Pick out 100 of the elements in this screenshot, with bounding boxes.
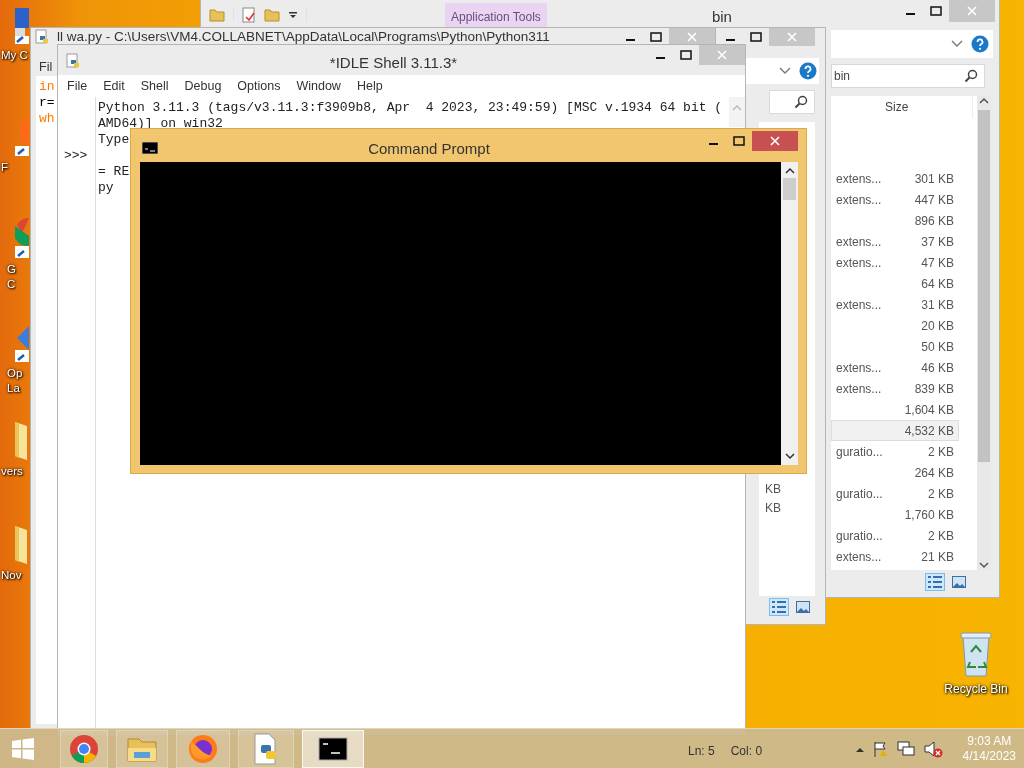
file-row[interactable]: 896 KB [831, 210, 959, 231]
file-row[interactable]: extens... 37 KB [831, 231, 959, 252]
code-line: r= [39, 95, 55, 111]
file-row[interactable]: 4,532 KB [831, 420, 959, 441]
view-button[interactable] [949, 573, 969, 591]
thumbnail-view-icon [952, 576, 966, 588]
search-icon[interactable] [964, 69, 978, 83]
file-row[interactable]: extens... 301 KB [831, 168, 959, 189]
file-row[interactable]: extens... 31 KB [831, 294, 959, 315]
file-row[interactable]: 64 KB [831, 273, 959, 294]
size-cell-text: 64 KB [921, 275, 954, 293]
help-icon[interactable] [971, 35, 989, 53]
scroll-up-icon[interactable] [784, 166, 795, 174]
size-cell-text: KB [764, 500, 782, 517]
menu-item[interactable]: Options [237, 76, 281, 96]
scroll-thumb[interactable] [783, 178, 796, 200]
view-button[interactable] [769, 598, 789, 616]
file-row[interactable]: guratio... 2 KB [831, 441, 959, 462]
menu-item[interactable]: File [67, 76, 88, 96]
menu-item[interactable]: Window [296, 76, 341, 96]
prompt-marker: >>> [64, 148, 89, 164]
type-cell-text: guratio... [836, 485, 883, 503]
scroll-up-icon[interactable] [979, 96, 989, 104]
maximize-icon [733, 136, 745, 146]
search-icon[interactable] [794, 95, 808, 109]
size-cell-text: 37 KB [921, 233, 954, 251]
chevron-down-icon[interactable] [779, 67, 791, 75]
view-button[interactable] [925, 573, 945, 591]
window-title: Command Prompt [367, 139, 491, 159]
details-view-icon [772, 601, 786, 613]
file-row[interactable]: guratio... 2 KB [831, 483, 959, 504]
size-cell-text: 1,760 KB [904, 506, 954, 524]
minimize-icon [708, 143, 718, 145]
close-icon [967, 6, 977, 16]
network-icon[interactable] [896, 740, 915, 757]
code-line: in [39, 79, 55, 95]
close-icon [687, 32, 697, 42]
size-cell-text: 264 KB [914, 464, 954, 482]
document-icon [242, 7, 256, 23]
help-icon[interactable] [799, 62, 817, 80]
scroll-thumb[interactable] [978, 110, 990, 462]
caret-icon[interactable] [288, 10, 298, 20]
taskbar-button[interactable] [302, 729, 364, 768]
size-cell-text: 20 KB [921, 317, 954, 335]
menu-item[interactable]: Fil [39, 58, 53, 74]
file-row[interactable]: 1,604 KB [831, 399, 959, 420]
search-field[interactable] [769, 90, 815, 114]
flag-icon[interactable] [872, 740, 889, 757]
file-row[interactable]: guratio... 2 KB [831, 525, 959, 546]
file-row[interactable]: extens... 21 KB [831, 546, 959, 567]
size-cell-text: 896 KB [914, 212, 954, 230]
size-cell-text: 4,532 KB [904, 422, 954, 440]
muted-speaker-icon[interactable] [922, 739, 943, 758]
shell-output-line: py [98, 180, 114, 196]
minimize-icon [655, 57, 665, 59]
file-row[interactable]: extens... 46 KB [831, 357, 959, 378]
size-cell-text: 47 KB [921, 254, 954, 272]
shell-output-line: = RE [98, 164, 130, 180]
diamond-logo-icon [15, 326, 29, 362]
file-row[interactable]: extens... 839 KB [831, 378, 959, 399]
folder-icon [209, 8, 225, 22]
details-view-icon [928, 576, 942, 588]
file-row[interactable]: 1,760 KB [831, 504, 959, 525]
scroll-down-icon[interactable] [784, 453, 795, 461]
size-cell-text: 31 KB [921, 296, 954, 314]
size-cell-text: 21 KB [921, 548, 954, 566]
type-cell-text: extens... [836, 548, 882, 566]
file-row[interactable]: 264 KB [831, 462, 959, 483]
maximize-icon [930, 6, 942, 16]
menu-item[interactable]: Edit [103, 76, 125, 96]
type-cell-text: extens... [836, 296, 882, 314]
line-number-status: Ln: 5 [688, 743, 715, 760]
file-row[interactable]: extens... 47 KB [831, 252, 959, 273]
file-row[interactable]: 50 KB [831, 336, 959, 357]
terminal-icon [142, 142, 158, 154]
chevron-down-icon[interactable] [951, 40, 963, 48]
folder-icon [15, 526, 27, 564]
close-icon [787, 32, 797, 42]
type-cell-text: extens... [836, 380, 882, 398]
file-row[interactable]: 20 KB [831, 315, 959, 336]
menu-item[interactable]: Debug [184, 76, 222, 96]
circle-logo-icon [69, 733, 99, 764]
size-cell-text: 50 KB [921, 338, 954, 356]
scrollbar[interactable] [977, 96, 991, 570]
menu-item[interactable]: Shell [140, 76, 169, 96]
scroll-down-icon[interactable] [979, 562, 989, 570]
round-logo-icon [15, 116, 29, 156]
file-row[interactable]: extens... 447 KB [831, 189, 959, 210]
size-cell-text: 447 KB [914, 191, 954, 209]
view-button[interactable] [793, 598, 813, 616]
search-field[interactable]: bin [831, 64, 985, 88]
menu-item[interactable]: Help [356, 76, 383, 96]
scrollbar[interactable] [729, 97, 745, 127]
size-cell-text: KB [764, 481, 782, 498]
column-header[interactable]: Size [885, 98, 909, 116]
shell-output-line: Python 3.11.3 (tags/v3.11.3:f3909b8, Apr 4 2023, 23:49:59) [MSC v.1934 64 bit ( [98, 100, 723, 116]
ribbon-tab[interactable]: Application Tools [445, 3, 547, 29]
window-title: bin [710, 7, 733, 27]
scrollbar[interactable] [781, 162, 798, 465]
shell-output-line: Type [98, 132, 130, 148]
